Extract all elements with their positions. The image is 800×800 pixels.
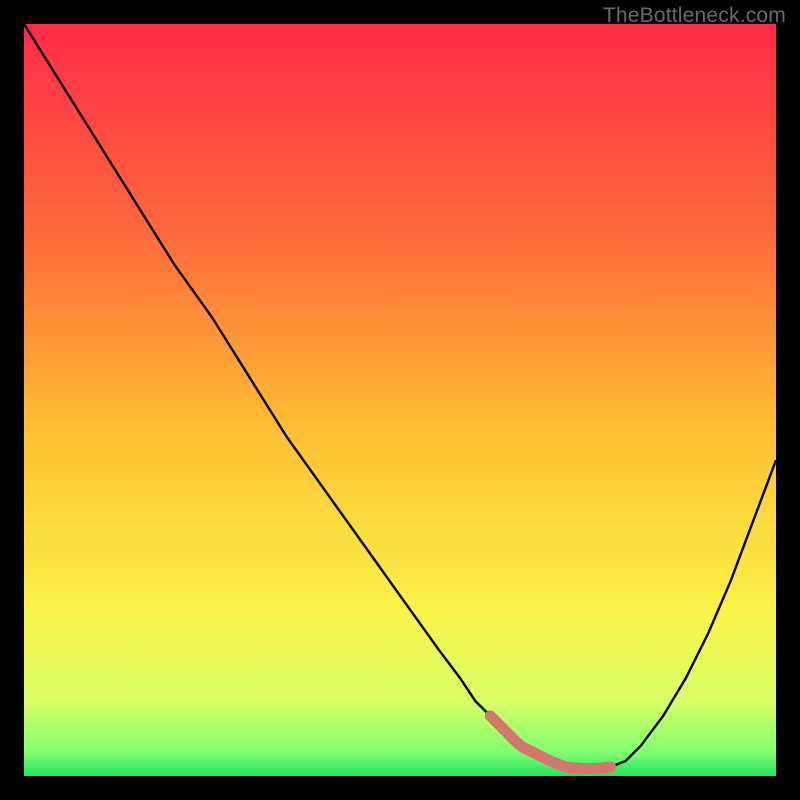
plot-area <box>24 24 776 776</box>
chart-frame: { "watermark": "TheBottleneck.com", "cha… <box>0 0 800 800</box>
bottleneck-curve <box>24 24 776 776</box>
